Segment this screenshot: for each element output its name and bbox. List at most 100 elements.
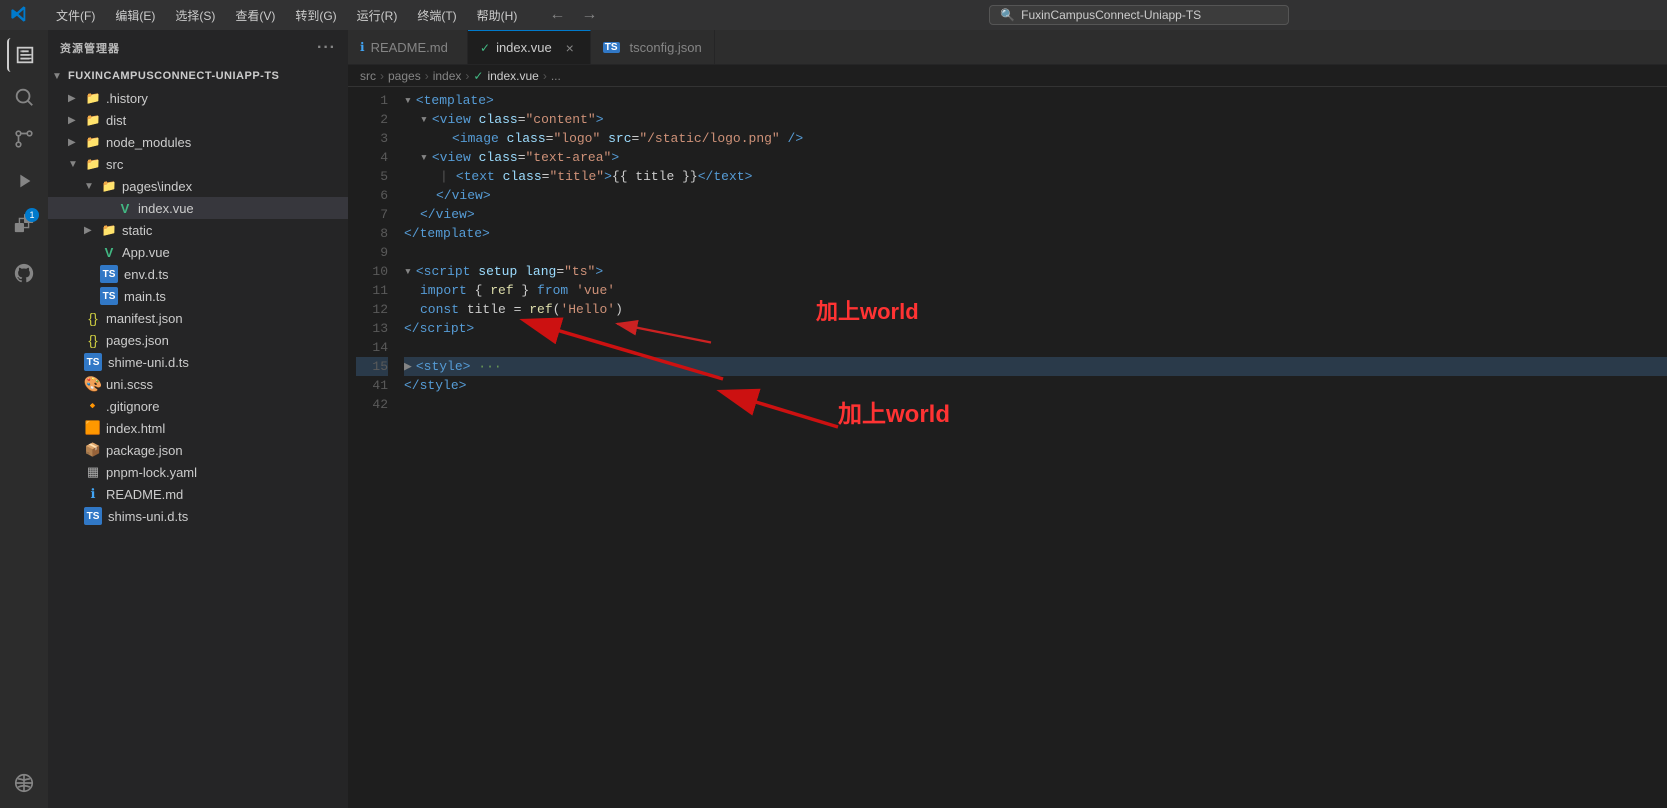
line-numbers: 1 2 3 4 5 6 7 8 9 10 11 12 13 14 15 41 4… bbox=[348, 87, 396, 808]
tab-index-vue[interactable]: ✓ index.vue × bbox=[468, 30, 591, 64]
code-line-6: </view> bbox=[404, 186, 1667, 205]
tree-item-index-html[interactable]: 🟧 index.html bbox=[48, 417, 348, 439]
activity-search[interactable] bbox=[7, 80, 41, 114]
node-modules-label: node_modules bbox=[106, 135, 191, 150]
index-vue-file-icon: V bbox=[116, 199, 134, 217]
tree-item-shims-dts[interactable]: TS shims-uni.d.ts bbox=[48, 505, 348, 527]
menu-file[interactable]: 文件(F) bbox=[48, 5, 103, 26]
fold-icon-15[interactable]: ▶ bbox=[404, 357, 412, 376]
readme-tab-label: README.md bbox=[371, 40, 448, 55]
breadcrumb-sep-3: › bbox=[465, 69, 469, 83]
nav-buttons: ← → bbox=[545, 4, 601, 26]
tab-readme[interactable]: ℹ README.md bbox=[348, 30, 468, 64]
tree-item-readme[interactable]: ℹ README.md bbox=[48, 483, 348, 505]
tree-item-gitignore[interactable]: 🔸 .gitignore bbox=[48, 395, 348, 417]
readme-file-icon: ℹ bbox=[84, 485, 102, 503]
sidebar-title: 资源管理器 bbox=[60, 40, 120, 56]
tree-item-static[interactable]: ▶ 📁 static bbox=[48, 219, 348, 241]
code-line-7: </view> bbox=[404, 205, 1667, 224]
breadcrumb-file: index.vue bbox=[487, 69, 538, 83]
tree-item-shime-dts[interactable]: TS shime-uni.d.ts bbox=[48, 351, 348, 373]
code-line-15: ▶<style> ··· bbox=[404, 357, 1667, 376]
search-text: FuxinCampusConnect-Uniapp-TS bbox=[1021, 8, 1201, 22]
menu-terminal[interactable]: 终端(T) bbox=[409, 5, 464, 26]
menu-goto[interactable]: 转到(G) bbox=[287, 5, 344, 26]
global-search-box[interactable]: 🔍 FuxinCampusConnect-Uniapp-TS bbox=[989, 5, 1289, 25]
manifest-label: manifest.json bbox=[106, 311, 183, 326]
extensions-badge: 1 bbox=[25, 208, 39, 222]
fold-icon-1[interactable]: ▾ bbox=[404, 91, 412, 110]
app-vue-label: App.vue bbox=[122, 245, 170, 260]
code-line-1: ▾<template> bbox=[404, 91, 1667, 110]
src-arrow-icon: ▼ bbox=[68, 159, 84, 170]
index-html-file-icon: 🟧 bbox=[84, 419, 102, 437]
breadcrumb-sep-4: › bbox=[543, 69, 547, 83]
fold-icon-10[interactable]: ▾ bbox=[404, 262, 412, 281]
history-arrow-icon: ▶ bbox=[68, 93, 84, 104]
activity-bar: 1 bbox=[0, 30, 48, 808]
code-line-4: ▾<view class="text-area"> bbox=[404, 148, 1667, 167]
static-label: static bbox=[122, 223, 152, 238]
code-content[interactable]: ▾<template> ▾<view class="content"> <ima… bbox=[396, 87, 1667, 808]
code-editor[interactable]: 1 2 3 4 5 6 7 8 9 10 11 12 13 14 15 41 4… bbox=[348, 87, 1667, 808]
root-label: FUXINCAMPUSCONNECT-UNIAPP-TS bbox=[68, 70, 279, 82]
index-vue-tab-label: index.vue bbox=[496, 40, 552, 55]
tree-item-dist[interactable]: ▶ 📁 dist bbox=[48, 109, 348, 131]
activity-github[interactable] bbox=[7, 256, 41, 290]
menu-select[interactable]: 选择(S) bbox=[167, 5, 223, 26]
tree-item-index-vue[interactable]: V index.vue bbox=[48, 197, 348, 219]
menu-help[interactable]: 帮助(H) bbox=[469, 5, 526, 26]
search-area: 🔍 FuxinCampusConnect-Uniapp-TS bbox=[621, 5, 1657, 25]
breadcrumb-src[interactable]: src bbox=[360, 69, 376, 83]
tree-item-manifest-json[interactable]: {} manifest.json bbox=[48, 307, 348, 329]
node-modules-arrow-icon: ▶ bbox=[68, 137, 84, 148]
tree-item-node-modules[interactable]: ▶ 📁 node_modules bbox=[48, 131, 348, 153]
tabs-bar: ℹ README.md ✓ index.vue × TS tsconfig.js… bbox=[348, 30, 1667, 65]
dist-arrow-icon: ▶ bbox=[68, 115, 84, 126]
activity-remote[interactable] bbox=[7, 766, 41, 800]
pnpm-lock-file-icon: ▦ bbox=[84, 463, 102, 481]
tree-item-pages-index[interactable]: ▼ 📁 pages\index bbox=[48, 175, 348, 197]
breadcrumb-sep-1: › bbox=[380, 69, 384, 83]
search-icon: 🔍 bbox=[1000, 8, 1015, 22]
menu-edit[interactable]: 编辑(E) bbox=[107, 5, 163, 26]
root-arrow-icon: ▼ bbox=[52, 71, 68, 82]
activity-explorer[interactable] bbox=[7, 38, 41, 72]
tsconfig-tab-icon: TS bbox=[603, 42, 620, 53]
uni-scss-label: uni.scss bbox=[106, 377, 153, 392]
tree-item-src[interactable]: ▼ 📁 src bbox=[48, 153, 348, 175]
tree-item-env-dts[interactable]: TS env.d.ts bbox=[48, 263, 348, 285]
activity-run-debug[interactable] bbox=[7, 164, 41, 198]
nav-back-button[interactable]: ← bbox=[545, 4, 569, 26]
index-html-label: index.html bbox=[106, 421, 165, 436]
tree-item-history[interactable]: ▶ 📁 .history bbox=[48, 87, 348, 109]
nav-forward-button[interactable]: → bbox=[577, 4, 601, 26]
breadcrumb-ellipsis[interactable]: ... bbox=[551, 69, 561, 83]
sidebar-more-button[interactable]: ··· bbox=[317, 39, 336, 57]
tree-item-app-vue[interactable]: V App.vue bbox=[48, 241, 348, 263]
tree-item-uni-scss[interactable]: 🎨 uni.scss bbox=[48, 373, 348, 395]
breadcrumb-pages[interactable]: pages bbox=[388, 69, 421, 83]
index-vue-tab-close[interactable]: × bbox=[562, 40, 578, 56]
tree-root[interactable]: ▼ FUXINCAMPUSCONNECT-UNIAPP-TS bbox=[48, 65, 348, 87]
menu-run[interactable]: 运行(R) bbox=[349, 5, 406, 26]
breadcrumb: src › pages › index › ✓ index.vue › ... bbox=[348, 65, 1667, 87]
tree-item-pnpm-lock[interactable]: ▦ pnpm-lock.yaml bbox=[48, 461, 348, 483]
menu-view[interactable]: 查看(V) bbox=[227, 5, 283, 26]
activity-source-control[interactable] bbox=[7, 122, 41, 156]
pages-index-label: pages\index bbox=[122, 179, 192, 194]
fold-icon-2[interactable]: ▾ bbox=[420, 110, 428, 129]
breadcrumb-vue-icon: ✓ bbox=[473, 69, 483, 83]
breadcrumb-index[interactable]: index bbox=[433, 69, 462, 83]
gitignore-label: .gitignore bbox=[106, 399, 159, 414]
env-dts-file-icon: TS bbox=[100, 265, 118, 283]
tree-item-main-ts[interactable]: TS main.ts bbox=[48, 285, 348, 307]
activity-extensions[interactable]: 1 bbox=[7, 206, 41, 240]
code-line-42 bbox=[404, 395, 1667, 414]
fold-icon-4[interactable]: ▾ bbox=[420, 148, 428, 167]
tree-item-package-json[interactable]: 📦 package.json bbox=[48, 439, 348, 461]
static-folder-icon: 📁 bbox=[100, 221, 118, 239]
tab-tsconfig[interactable]: TS tsconfig.json bbox=[591, 30, 715, 64]
sidebar-header: 资源管理器 ··· bbox=[48, 30, 348, 65]
tree-item-pages-json[interactable]: {} pages.json bbox=[48, 329, 348, 351]
